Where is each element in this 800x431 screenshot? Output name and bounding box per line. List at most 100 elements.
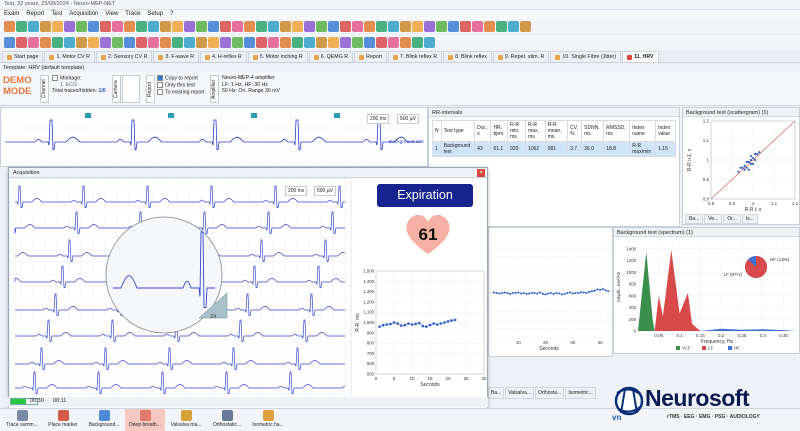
toolbar-tool-icon[interactable] — [40, 20, 51, 32]
menu-help[interactable]: ? — [170, 11, 173, 18]
test-tab[interactable]: 8. Blink reflex — [443, 51, 492, 62]
toolbar-tool-icon[interactable] — [292, 36, 303, 48]
toolbar-tool-icon[interactable] — [148, 20, 159, 32]
toolbar-tool-icon[interactable] — [256, 36, 267, 48]
sweep-select[interactable]: 200 ms — [367, 114, 390, 124]
acquisition-titlebar[interactable]: Acquisition × — [9, 168, 487, 178]
scatter-tab[interactable]: Ve... — [704, 214, 723, 224]
toolbar-tool-icon[interactable] — [124, 36, 135, 48]
acquisition-window[interactable]: Acquisition × 1,500 1,400 1,300 1,200 1,100 1… — [8, 167, 488, 410]
toolbar-tool-icon[interactable] — [160, 20, 171, 32]
camera-preview[interactable] — [122, 75, 140, 103]
toolbar-tool-icon[interactable] — [256, 20, 267, 32]
toolbar-tool-icon[interactable] — [352, 36, 363, 48]
existing-report-checkbox[interactable] — [157, 88, 163, 95]
toolbar-tool-icon[interactable] — [508, 20, 519, 32]
toolbar-tool-icon[interactable] — [364, 36, 375, 48]
toolbar-tool-icon[interactable] — [100, 36, 111, 48]
toolbar-tool-icon[interactable] — [520, 20, 531, 32]
r-peak-marker[interactable] — [168, 113, 174, 118]
toolbar-tool-icon[interactable] — [76, 20, 87, 32]
rr-column-header[interactable]: R-R max, ms — [525, 120, 546, 142]
test-tab[interactable]: Start page — [2, 51, 44, 62]
toolbar-tool-icon[interactable] — [412, 36, 423, 48]
test-tab[interactable]: 7. Blink reflex R — [388, 51, 443, 62]
only-this-test-checkbox[interactable] — [157, 81, 163, 88]
r-peak-marker[interactable] — [251, 113, 257, 118]
menu-trace[interactable]: Trace — [125, 11, 140, 18]
test-tab[interactable]: 9. Repet. stim. R — [492, 51, 550, 62]
test-tab[interactable]: 4. H-reflex R — [200, 51, 247, 62]
toolbar-tool-icon[interactable] — [364, 20, 375, 32]
toolbar-tool-icon[interactable] — [28, 20, 39, 32]
toolbar-tool-icon[interactable] — [40, 36, 51, 48]
toolbar-tool-icon[interactable] — [304, 20, 315, 32]
toolbar-tool-icon[interactable] — [64, 36, 75, 48]
toolbar-tool-icon[interactable] — [400, 36, 411, 48]
copy-to-report-checkbox[interactable] — [157, 75, 163, 81]
rr-column-header[interactable]: R-R min, ms — [507, 120, 527, 142]
test-tab[interactable]: 3. F-wave R — [153, 51, 200, 62]
toolbar-tool-icon[interactable] — [112, 20, 123, 32]
toolbar-tool-icon[interactable] — [268, 20, 279, 32]
menu-acquisition[interactable]: Acquisition — [69, 11, 98, 18]
toolbar-tool-icon[interactable] — [460, 20, 471, 32]
acq-gain-select[interactable]: 500 µV — [314, 186, 336, 196]
menu-test[interactable]: Test — [51, 11, 62, 18]
toolbar-tool-icon[interactable] — [100, 20, 111, 32]
protocol-step-button[interactable]: Deep breath... — [125, 409, 165, 431]
test-type-tab[interactable]: Ba... — [488, 387, 505, 399]
rr-column-header[interactable]: CV, % — [567, 120, 583, 142]
toolbar-tool-icon[interactable] — [208, 36, 219, 48]
toolbar-tool-icon[interactable] — [388, 36, 399, 48]
amplifier-info[interactable]: Neuro-MEP-4 amplifier LF: 1 Hz, HF: 30 H… — [222, 75, 292, 95]
toolbar-tool-icon[interactable] — [352, 20, 363, 32]
gain-select[interactable]: 500 µV — [397, 114, 419, 124]
toolbar-tool-icon[interactable] — [496, 20, 507, 32]
toolbar-tool-icon[interactable] — [172, 36, 183, 48]
toolbar-tool-icon[interactable] — [244, 36, 255, 48]
test-tab[interactable]: 10. Single Fibre (Jitter) — [550, 51, 621, 62]
rr-column-header[interactable]: RMSSD, ms — [603, 120, 631, 142]
rr-column-header[interactable]: Index name — [629, 120, 657, 142]
rr-column-header[interactable]: R-R mean, ms — [544, 120, 569, 142]
toolbar-tool-icon[interactable] — [52, 36, 63, 48]
protocol-step-button[interactable]: Background... — [84, 409, 124, 431]
toolbar-tool-icon[interactable] — [16, 20, 27, 32]
rr-column-header[interactable]: SDNN, ms — [581, 120, 605, 142]
rr-column-header[interactable]: Index value — [655, 120, 676, 142]
toolbar-tool-icon[interactable] — [232, 20, 243, 32]
toolbar-tool-icon[interactable] — [244, 20, 255, 32]
toolbar-tool-icon[interactable] — [484, 20, 495, 32]
test-tab[interactable]: 11. HRV — [621, 51, 659, 62]
protocol-step-button[interactable]: Trace summ... — [2, 409, 42, 431]
rr-column-header[interactable]: HR, bpm — [490, 120, 509, 142]
toolbar-tool-icon[interactable] — [388, 20, 399, 32]
acq-sweep-select[interactable]: 200 ms — [285, 186, 308, 196]
toolbar-tool-icon[interactable] — [184, 36, 195, 48]
toolbar-tool-icon[interactable] — [220, 36, 231, 48]
toolbar-tool-icon[interactable] — [340, 36, 351, 48]
r-peak-marker[interactable] — [334, 113, 340, 118]
montage-value[interactable]: 1. ECG — [60, 82, 77, 88]
protocol-step-button[interactable]: Orthostatic... — [207, 409, 247, 431]
test-tab[interactable]: 6. QEMG R — [308, 51, 354, 62]
toolbar-tool-icon[interactable] — [232, 36, 243, 48]
test-tab[interactable]: 2. Sensory CV R — [96, 51, 153, 62]
test-tab[interactable]: 5. Motor inching R — [247, 51, 308, 62]
toolbar-tool-icon[interactable] — [64, 20, 75, 32]
toolbar-tool-icon[interactable] — [280, 36, 291, 48]
toolbar-tool-icon[interactable] — [424, 20, 435, 32]
rr-column-header[interactable]: N — [432, 120, 442, 142]
protocol-step-button[interactable]: Valsalva ma... — [166, 409, 206, 431]
toolbar-tool-icon[interactable] — [424, 36, 435, 48]
toolbar-tool-icon[interactable] — [136, 20, 147, 32]
rr-column-header[interactable]: Test type — [440, 120, 476, 142]
toolbar-tool-icon[interactable] — [4, 36, 15, 48]
toolbar-tool-icon[interactable] — [4, 20, 15, 32]
test-type-tab[interactable]: Isometric... — [565, 387, 596, 399]
toolbar-tool-icon[interactable] — [208, 20, 219, 32]
toolbar-tool-icon[interactable] — [268, 36, 279, 48]
toolbar-tool-icon[interactable] — [280, 20, 291, 32]
toolbar-tool-icon[interactable] — [112, 36, 123, 48]
